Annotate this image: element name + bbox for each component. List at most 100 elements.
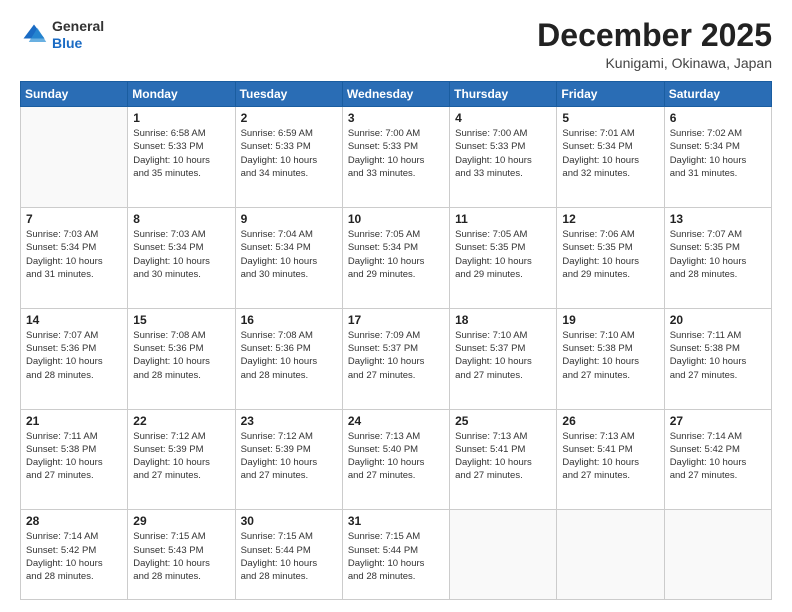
day-info: Sunrise: 7:05 AM Sunset: 5:34 PM Dayligh… [348, 228, 444, 281]
calendar-cell: 10Sunrise: 7:05 AM Sunset: 5:34 PM Dayli… [342, 207, 449, 308]
day-number: 9 [241, 212, 337, 226]
logo-icon [20, 21, 48, 49]
day-number: 14 [26, 313, 122, 327]
col-wednesday: Wednesday [342, 82, 449, 107]
day-number: 24 [348, 414, 444, 428]
day-number: 16 [241, 313, 337, 327]
calendar-cell: 11Sunrise: 7:05 AM Sunset: 5:35 PM Dayli… [450, 207, 557, 308]
day-info: Sunrise: 7:15 AM Sunset: 5:44 PM Dayligh… [241, 530, 337, 583]
col-sunday: Sunday [21, 82, 128, 107]
day-info: Sunrise: 7:14 AM Sunset: 5:42 PM Dayligh… [670, 430, 766, 483]
day-number: 3 [348, 111, 444, 125]
calendar-row: 7 Sunrise: 7:03 AM Sunset: 5:34 PM Daylig… [21, 207, 772, 308]
month-title: December 2025 [537, 18, 772, 53]
day-info: Sunrise: 7:15 AM Sunset: 5:44 PM Dayligh… [348, 530, 444, 583]
location: Kunigami, Okinawa, Japan [537, 55, 772, 71]
day-info: Sunrise: 6:59 AM Sunset: 5:33 PM Dayligh… [241, 127, 337, 180]
calendar-row: 28Sunrise: 7:14 AM Sunset: 5:42 PM Dayli… [21, 510, 772, 600]
day-number: 4 [455, 111, 551, 125]
calendar-header-row: Sunday Monday Tuesday Wednesday Thursday… [21, 82, 772, 107]
day-number: 5 [562, 111, 658, 125]
day-info: Sunrise: 7:03 AM Sunset: 5:34 PM Dayligh… [26, 228, 122, 281]
calendar-cell: 6 Sunrise: 7:02 AM Sunset: 5:34 PM Daylig… [664, 107, 771, 208]
day-number: 12 [562, 212, 658, 226]
day-number: 31 [348, 514, 444, 528]
day-info: Sunrise: 7:01 AM Sunset: 5:34 PM Dayligh… [562, 127, 658, 180]
day-number: 22 [133, 414, 229, 428]
day-number: 30 [241, 514, 337, 528]
calendar-row: 1 Sunrise: 6:58 AM Sunset: 5:33 PM Daylig… [21, 107, 772, 208]
calendar-cell: 30 Sunrise: 7:15 AM Sunset: 5:44 PM Dayli… [235, 510, 342, 600]
day-info: Sunrise: 7:03 AM Sunset: 5:34 PM Dayligh… [133, 228, 229, 281]
day-number: 19 [562, 313, 658, 327]
day-number: 17 [348, 313, 444, 327]
day-info: Sunrise: 7:13 AM Sunset: 5:41 PM Dayligh… [562, 430, 658, 483]
calendar-cell: 27 Sunrise: 7:14 AM Sunset: 5:42 PM Dayli… [664, 409, 771, 510]
calendar-cell: 7 Sunrise: 7:03 AM Sunset: 5:34 PM Daylig… [21, 207, 128, 308]
day-number: 7 [26, 212, 122, 226]
calendar-cell: 26 Sunrise: 7:13 AM Sunset: 5:41 PM Dayli… [557, 409, 664, 510]
calendar-cell: 21Sunrise: 7:11 AM Sunset: 5:38 PM Dayli… [21, 409, 128, 510]
calendar-cell [450, 510, 557, 600]
col-friday: Friday [557, 82, 664, 107]
calendar-cell: 3 Sunrise: 7:00 AM Sunset: 5:33 PM Daylig… [342, 107, 449, 208]
calendar-cell: 28Sunrise: 7:14 AM Sunset: 5:42 PM Dayli… [21, 510, 128, 600]
calendar-cell: 23 Sunrise: 7:12 AM Sunset: 5:39 PM Dayli… [235, 409, 342, 510]
day-info: Sunrise: 7:12 AM Sunset: 5:39 PM Dayligh… [241, 430, 337, 483]
day-info: Sunrise: 7:12 AM Sunset: 5:39 PM Dayligh… [133, 430, 229, 483]
day-info: Sunrise: 7:00 AM Sunset: 5:33 PM Dayligh… [455, 127, 551, 180]
calendar-cell: 29Sunrise: 7:15 AM Sunset: 5:43 PM Dayli… [128, 510, 235, 600]
day-info: Sunrise: 7:09 AM Sunset: 5:37 PM Dayligh… [348, 329, 444, 382]
day-info: Sunrise: 7:13 AM Sunset: 5:40 PM Dayligh… [348, 430, 444, 483]
day-info: Sunrise: 7:02 AM Sunset: 5:34 PM Dayligh… [670, 127, 766, 180]
day-number: 21 [26, 414, 122, 428]
calendar-row: 14Sunrise: 7:07 AM Sunset: 5:36 PM Dayli… [21, 308, 772, 409]
day-number: 6 [670, 111, 766, 125]
calendar-cell: 9 Sunrise: 7:04 AM Sunset: 5:34 PM Daylig… [235, 207, 342, 308]
day-info: Sunrise: 7:08 AM Sunset: 5:36 PM Dayligh… [241, 329, 337, 382]
header: General Blue December 2025 Kunigami, Oki… [20, 18, 772, 71]
day-info: Sunrise: 7:04 AM Sunset: 5:34 PM Dayligh… [241, 228, 337, 281]
day-number: 13 [670, 212, 766, 226]
day-info: Sunrise: 7:00 AM Sunset: 5:33 PM Dayligh… [348, 127, 444, 180]
calendar-cell: 25 Sunrise: 7:13 AM Sunset: 5:41 PM Dayli… [450, 409, 557, 510]
calendar-cell: 18Sunrise: 7:10 AM Sunset: 5:37 PM Dayli… [450, 308, 557, 409]
day-number: 11 [455, 212, 551, 226]
day-number: 28 [26, 514, 122, 528]
page: General Blue December 2025 Kunigami, Oki… [0, 0, 792, 612]
calendar-cell: 12 Sunrise: 7:06 AM Sunset: 5:35 PM Dayli… [557, 207, 664, 308]
calendar-cell: 5 Sunrise: 7:01 AM Sunset: 5:34 PM Daylig… [557, 107, 664, 208]
calendar-cell: 1 Sunrise: 6:58 AM Sunset: 5:33 PM Daylig… [128, 107, 235, 208]
col-monday: Monday [128, 82, 235, 107]
calendar-cell: 15Sunrise: 7:08 AM Sunset: 5:36 PM Dayli… [128, 308, 235, 409]
day-info: Sunrise: 7:10 AM Sunset: 5:37 PM Dayligh… [455, 329, 551, 382]
day-info: Sunrise: 7:06 AM Sunset: 5:35 PM Dayligh… [562, 228, 658, 281]
day-number: 29 [133, 514, 229, 528]
day-info: Sunrise: 7:10 AM Sunset: 5:38 PM Dayligh… [562, 329, 658, 382]
calendar-cell: 14Sunrise: 7:07 AM Sunset: 5:36 PM Dayli… [21, 308, 128, 409]
day-info: Sunrise: 7:13 AM Sunset: 5:41 PM Dayligh… [455, 430, 551, 483]
calendar-cell [557, 510, 664, 600]
col-saturday: Saturday [664, 82, 771, 107]
calendar-cell: 17 Sunrise: 7:09 AM Sunset: 5:37 PM Dayli… [342, 308, 449, 409]
day-number: 1 [133, 111, 229, 125]
day-number: 27 [670, 414, 766, 428]
calendar-row: 21Sunrise: 7:11 AM Sunset: 5:38 PM Dayli… [21, 409, 772, 510]
day-number: 26 [562, 414, 658, 428]
calendar-cell: 2 Sunrise: 6:59 AM Sunset: 5:33 PM Daylig… [235, 107, 342, 208]
day-number: 23 [241, 414, 337, 428]
day-number: 15 [133, 313, 229, 327]
logo-text: General Blue [52, 18, 104, 52]
day-number: 2 [241, 111, 337, 125]
day-info: Sunrise: 7:07 AM Sunset: 5:35 PM Dayligh… [670, 228, 766, 281]
title-block: December 2025 Kunigami, Okinawa, Japan [537, 18, 772, 71]
day-number: 20 [670, 313, 766, 327]
calendar-cell [664, 510, 771, 600]
day-number: 25 [455, 414, 551, 428]
calendar-cell: 19 Sunrise: 7:10 AM Sunset: 5:38 PM Dayli… [557, 308, 664, 409]
col-thursday: Thursday [450, 82, 557, 107]
day-info: Sunrise: 6:58 AM Sunset: 5:33 PM Dayligh… [133, 127, 229, 180]
day-info: Sunrise: 7:11 AM Sunset: 5:38 PM Dayligh… [670, 329, 766, 382]
col-tuesday: Tuesday [235, 82, 342, 107]
calendar-cell: 20 Sunrise: 7:11 AM Sunset: 5:38 PM Dayli… [664, 308, 771, 409]
